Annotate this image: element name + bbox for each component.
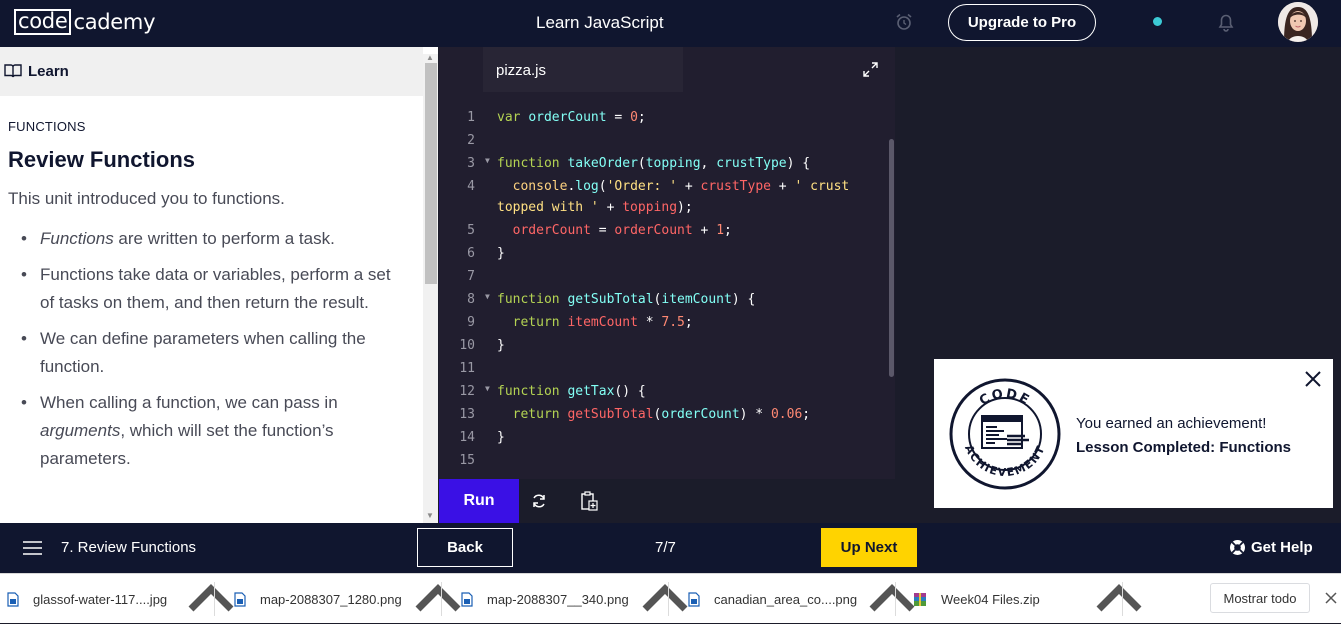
get-help-button[interactable]: Get Help: [1229, 539, 1313, 556]
image-file-icon: [7, 591, 19, 607]
divider: [668, 582, 669, 616]
browser-download-bar: glassof-water-117....jpg map-2088307_128…: [0, 573, 1341, 623]
editor-scrollbar-thumb[interactable]: [889, 139, 894, 377]
learn-panel: Learn FUNCTIONS Review Functions This un…: [0, 47, 438, 523]
scroll-up-arrow-icon[interactable]: ▲: [426, 53, 434, 62]
chevron-up-icon[interactable]: [1094, 574, 1144, 624]
current-lesson-name[interactable]: 7. Review Functions: [61, 539, 196, 556]
list-item: Functions take data or variables, perfor…: [8, 261, 393, 317]
upgrade-to-pro-button[interactable]: Upgrade to Pro: [948, 4, 1096, 41]
bullet-text: When calling a function, we can pass in: [40, 393, 338, 412]
divider: [1122, 582, 1123, 616]
close-icon[interactable]: [1304, 370, 1322, 388]
download-filename: map-2088307_1280.png: [260, 591, 402, 607]
code-text-area[interactable]: 1 var orderCount = 0; 2 3 ▼ function takeOr…: [439, 92, 895, 479]
divider: [214, 582, 215, 616]
notification-bell-icon[interactable]: [1216, 12, 1236, 32]
alarm-clock-icon[interactable]: [895, 13, 913, 31]
code-achievement-badge-icon: CODE ACHIEVEMENT: [949, 378, 1061, 490]
reset-icon[interactable]: [531, 493, 547, 509]
open-book-icon: [4, 64, 22, 78]
divider: [895, 582, 896, 616]
codecademy-logo[interactable]: code cademy: [14, 9, 156, 35]
learn-label: Learn: [28, 63, 69, 80]
get-help-label: Get Help: [1251, 539, 1313, 556]
lesson-kicker: FUNCTIONS: [8, 119, 86, 134]
chevron-up-icon[interactable]: [186, 574, 236, 624]
image-file-icon: [234, 591, 246, 607]
download-filename: canadian_area_co....png: [714, 591, 858, 607]
download-filename: Week04 Files.zip: [941, 591, 1040, 607]
expand-icon[interactable]: [863, 62, 878, 77]
bullet-text: We can define parameters when calling th…: [40, 329, 366, 376]
chevron-up-icon[interactable]: [413, 574, 463, 624]
fold-arrow-icon: ▼: [485, 384, 490, 393]
bullet-text: are written to perform a task.: [113, 229, 335, 248]
show-all-downloads-button[interactable]: Mostrar todo: [1210, 583, 1310, 613]
download-item[interactable]: canadian_area_co....png: [688, 574, 857, 624]
image-file-icon: [461, 591, 473, 607]
achievement-line-2: Lesson Completed: Functions: [1076, 439, 1292, 456]
emphasis-text: arguments: [40, 421, 121, 440]
lesson-bullet-list: Functions are written to perform a task.…: [8, 225, 408, 473]
back-button[interactable]: Back: [417, 528, 513, 567]
status-dot: [1153, 17, 1162, 26]
editor-tab-bar: pizza.js: [439, 47, 895, 92]
achievement-line-1: You earned an achievement!: [1076, 415, 1267, 432]
download-item[interactable]: Week04 Files.zip: [913, 574, 1040, 624]
copy-to-clipboard-icon[interactable]: [580, 491, 598, 511]
emphasis-text: Functions: [40, 229, 114, 248]
list-item: Functions are written to perform a task.: [8, 225, 393, 253]
download-filename: map-2088307__340.png: [487, 591, 629, 607]
download-item[interactable]: map-2088307_1280.png: [234, 574, 402, 624]
learn-scrollbar-thumb[interactable]: [425, 63, 437, 284]
scroll-down-arrow-icon[interactable]: ▼: [426, 511, 434, 520]
svg-text:CODE: CODE: [977, 387, 1033, 409]
fold-arrow-icon: ▼: [485, 156, 490, 165]
lesson-title: Review Functions: [8, 147, 196, 172]
divider: [441, 582, 442, 616]
download-item[interactable]: glassof-water-117....jpg: [7, 574, 167, 624]
zip-archive-icon: [914, 592, 926, 606]
download-filename: glassof-water-117....jpg: [33, 591, 168, 607]
lesson-intro: This unit introduced you to functions.: [8, 189, 285, 208]
chevron-up-icon[interactable]: [640, 574, 690, 624]
up-next-button[interactable]: Up Next: [821, 528, 917, 567]
list-item: We can define parameters when calling th…: [8, 325, 393, 381]
avatar-portrait-icon: [1278, 2, 1318, 42]
list-item: When calling a function, we can pass in …: [8, 389, 393, 473]
user-avatar[interactable]: [1278, 2, 1318, 42]
download-item[interactable]: map-2088307__340.png: [461, 574, 629, 624]
bullet-text: Functions take data or variables, perfor…: [40, 265, 391, 312]
top-bar: code cademy Learn JavaScript Upgrade to P…: [0, 0, 1341, 47]
run-button[interactable]: Run: [439, 479, 519, 523]
chevron-up-icon[interactable]: [867, 574, 917, 624]
image-file-icon: [688, 591, 700, 607]
editor-action-bar: Run: [439, 479, 895, 523]
close-icon[interactable]: [1325, 592, 1337, 604]
learn-header[interactable]: Learn: [0, 47, 423, 96]
hamburger-menu-icon[interactable]: [23, 541, 42, 555]
fold-arrow-icon: ▼: [485, 292, 490, 301]
course-title: Learn JavaScript: [536, 13, 664, 32]
bottom-navigation-bar: 7. Review Functions Back 7/7 Up Next Get…: [0, 523, 1341, 573]
lifebuoy-icon: [1230, 540, 1245, 555]
file-tab-pizza[interactable]: pizza.js: [483, 47, 683, 92]
lesson-progress: 7/7: [655, 539, 676, 556]
achievement-toast: CODE ACHIEVEMENT You earned an achieveme…: [934, 359, 1333, 508]
code-editor: pizza.js 1 var orderCount = 0; 2 3 ▼ functi…: [439, 47, 895, 523]
logo-box-text: code: [14, 9, 72, 35]
lesson-content: FUNCTIONS Review Functions This unit int…: [8, 119, 408, 481]
achievement-message: You earned an achievement! Lesson Comple…: [1076, 412, 1291, 460]
logo-rest-text: cademy: [73, 10, 156, 34]
